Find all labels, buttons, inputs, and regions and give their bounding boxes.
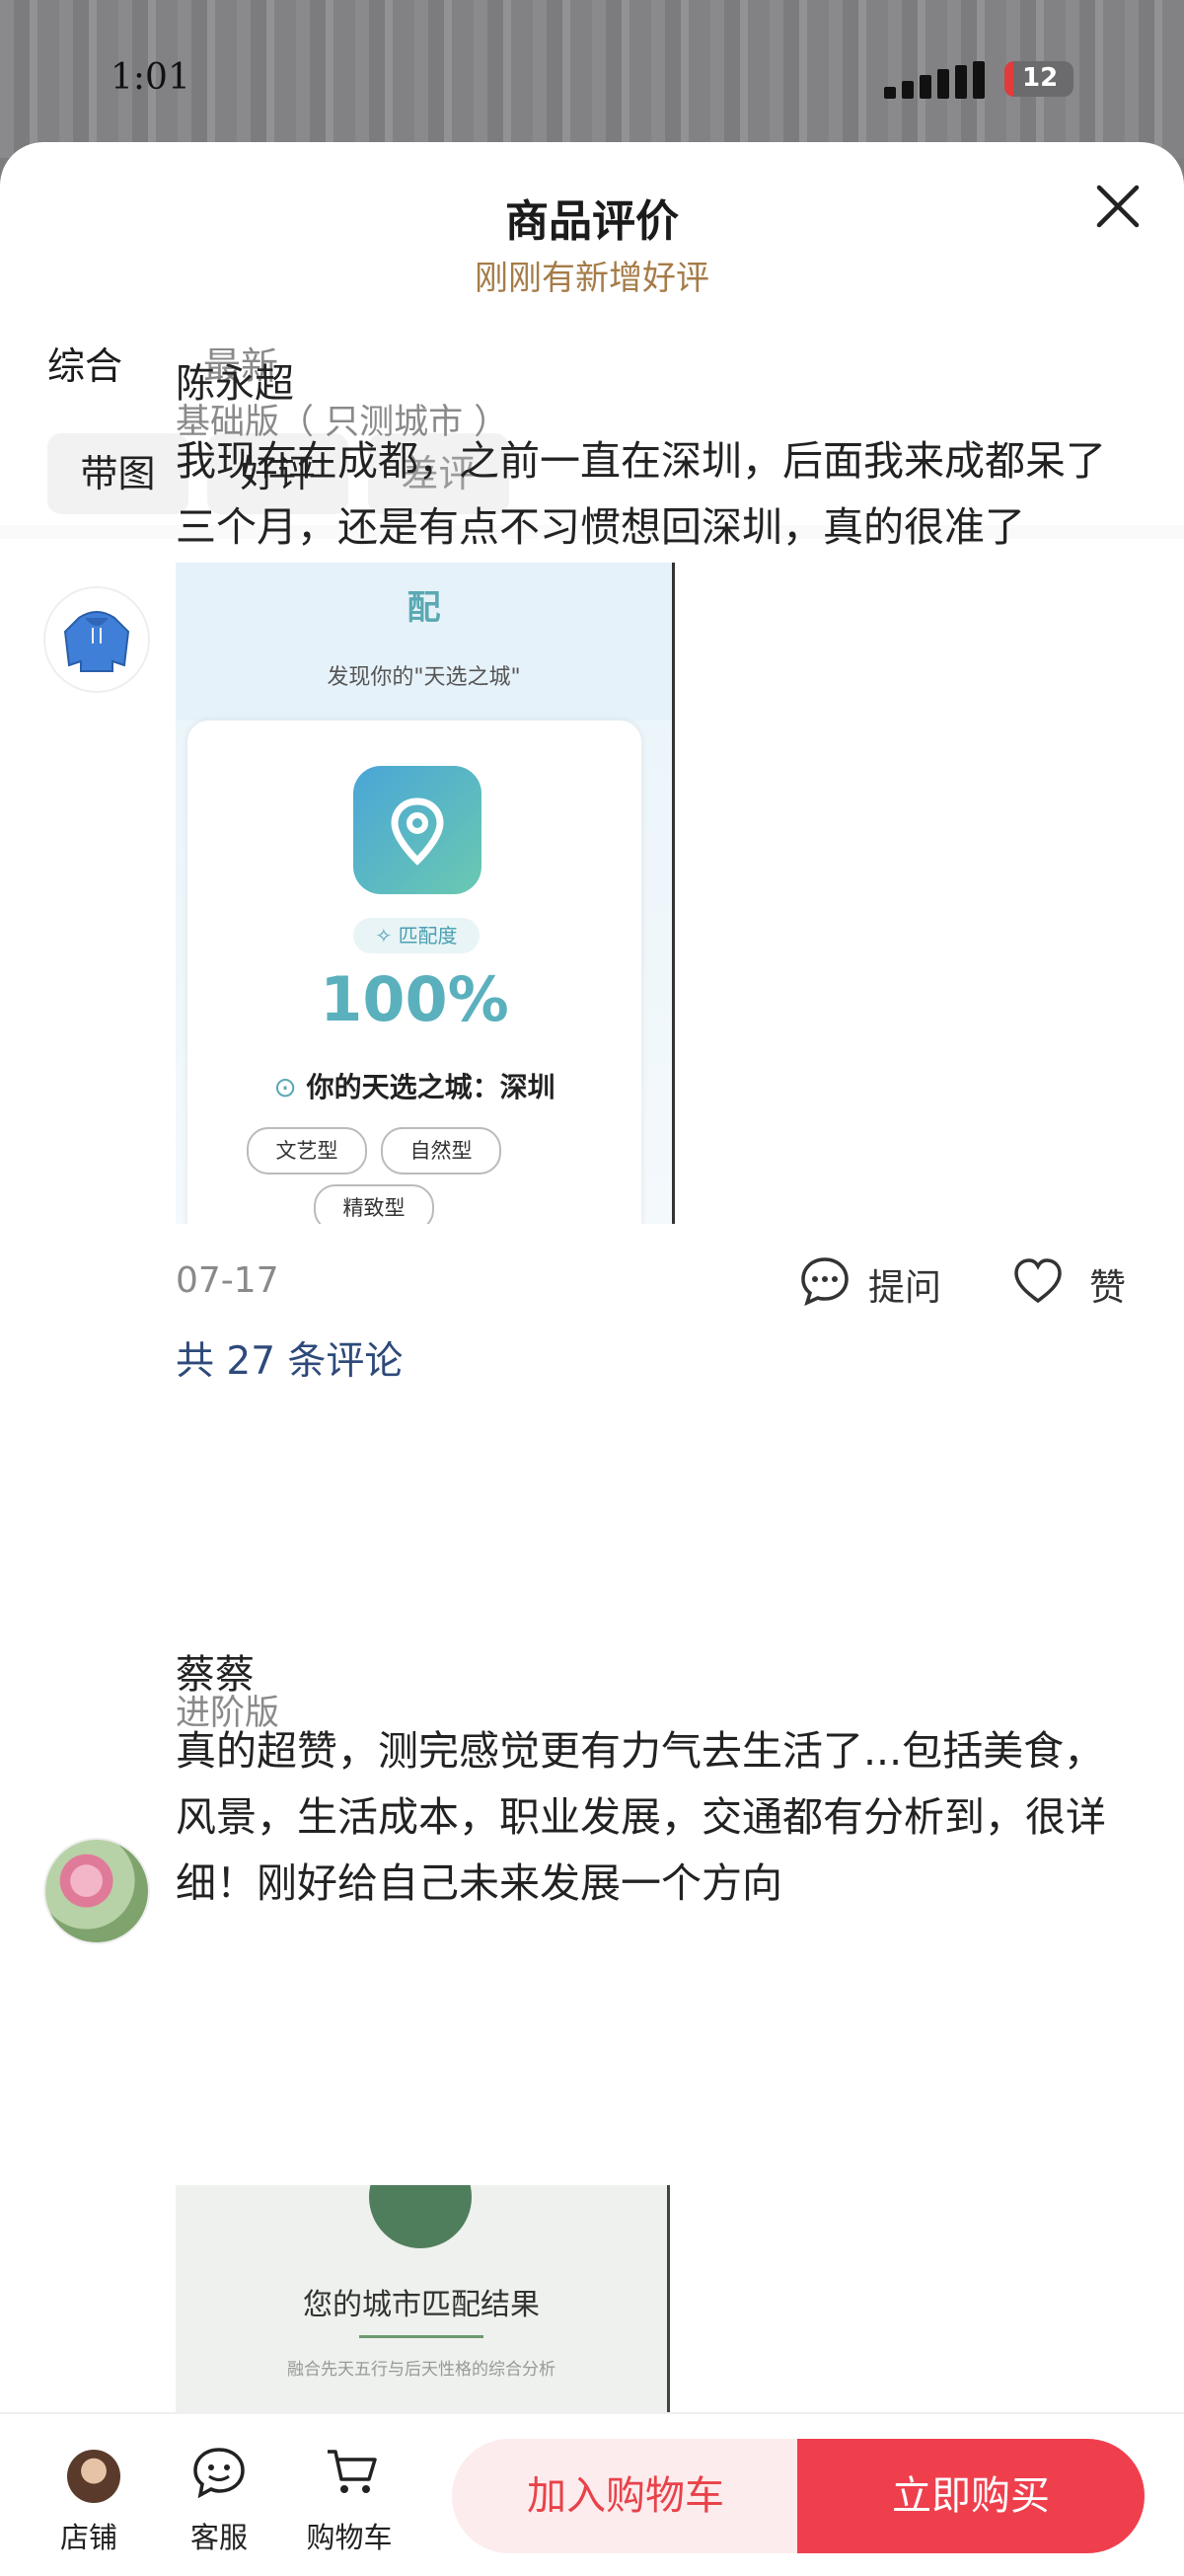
store-button[interactable]: 店铺: [39, 2414, 138, 2576]
avatar[interactable]: [43, 586, 150, 693]
match-label: ✧ 匹配度: [353, 918, 480, 953]
tab-overall[interactable]: 综合: [47, 336, 122, 390]
shopping-cart-icon: [328, 2450, 377, 2493]
cart-label: 购物车: [306, 2521, 393, 2554]
heart-icon: [1014, 1258, 1062, 1304]
battery-icon: 12: [1004, 61, 1073, 97]
pin-small-icon: ⊙: [273, 1071, 297, 1103]
buy-now-button[interactable]: 立即购买: [797, 2439, 1145, 2553]
hoodie-icon: [63, 611, 130, 672]
chosen-city: ⊙ 你的天选之城：深圳: [273, 1071, 555, 1103]
chat-bubble-icon: [801, 1257, 849, 1307]
service-label: 客服: [189, 2521, 248, 2554]
title-underline: [359, 2335, 483, 2338]
page-title: 商品评价: [505, 196, 679, 247]
store-avatar: [67, 2450, 120, 2503]
tag-pill: 精致型: [314, 1184, 434, 1224]
ask-label: 提问: [868, 1266, 941, 1309]
status-time: 1:01: [111, 57, 190, 98]
like-label: 赞: [1089, 1266, 1126, 1309]
map-badge-icon: [369, 2185, 472, 2248]
location-pin-icon: [353, 766, 481, 894]
battery-level: 12: [1022, 63, 1059, 93]
cart-button[interactable]: 购物车: [300, 2414, 399, 2576]
match-percent: 100%: [320, 963, 509, 1035]
chat-icon: [193, 2448, 245, 2499]
tag-pill: 文艺型: [247, 1127, 367, 1174]
avatar[interactable]: [43, 1838, 150, 1944]
review-text: 真的超赞，测完感觉更有力气去生活了...包括美食，风景，生活成本，职业发展，交通…: [176, 1727, 1106, 1907]
review-date: 07-17: [176, 1260, 279, 1301]
bottom-action-bar: 店铺 客服 购物车 加入购物车 立即购买: [0, 2412, 1184, 2576]
customer-service-button[interactable]: 客服: [170, 2414, 268, 2576]
image-subtitle: 融合先天五行与后天性格的综合分析: [287, 2360, 555, 2380]
comments-link[interactable]: 共 27 条评论: [176, 1330, 403, 1386]
new-review-notice: 刚刚有新增好评: [475, 259, 709, 298]
review-image[interactable]: 配 发现你的"天选之城" ✧ 匹配度 100% ⊙ 你的天选之城：深圳 文艺型 …: [176, 563, 675, 1224]
review-text: 我现在在成都，之前一直在深圳，后面我来成都呆了三个月，还是有点不习惯想回深圳，真…: [176, 437, 1106, 551]
image-subtitle: 发现你的"天选之城": [327, 665, 521, 690]
filter-with-images[interactable]: 带图: [47, 433, 188, 514]
add-to-cart-button[interactable]: 加入购物车: [452, 2439, 799, 2553]
image-title: 配: [407, 588, 441, 628]
tag-pill: 自然型: [381, 1127, 501, 1174]
close-icon[interactable]: [1091, 180, 1145, 233]
like-button[interactable]: 赞: [1010, 1257, 1139, 1309]
result-card: ✧ 匹配度 100% ⊙ 你的天选之城：深圳 文艺型 自然型 精致型: [187, 720, 641, 1224]
image-title: 您的城市匹配结果: [303, 2288, 540, 2322]
signal-icon: [884, 59, 995, 99]
review-image[interactable]: 您的城市匹配结果 融合先天五行与后天性格的综合分析: [176, 2185, 670, 2412]
reviews-sheet: 商品评价 刚刚有新增好评 综合 最新 带图 好评 差评 陈永超 基础版（ 只测城…: [0, 142, 1184, 2574]
status-bar: 1:01 12: [0, 0, 1184, 148]
store-label: 店铺: [59, 2521, 117, 2554]
